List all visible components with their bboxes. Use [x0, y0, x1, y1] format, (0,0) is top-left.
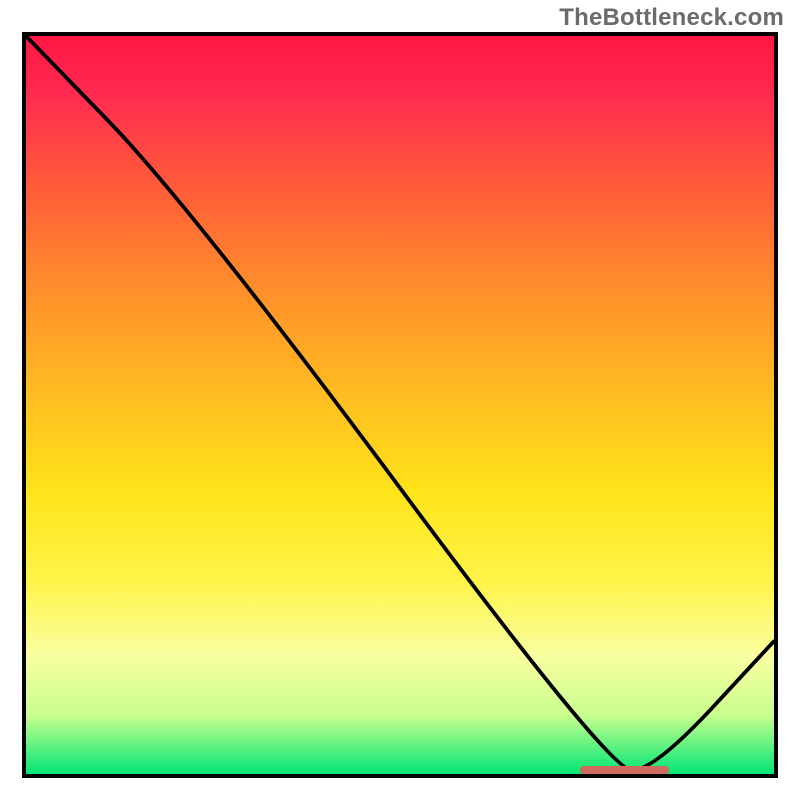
chart-container: TheBottleneck.com: [0, 0, 800, 800]
bottleneck-curve: [26, 36, 774, 770]
plot-area: [22, 32, 778, 778]
watermark-text: TheBottleneck.com: [559, 4, 784, 32]
line-series: [26, 36, 774, 774]
optimum-marker: [580, 766, 670, 774]
